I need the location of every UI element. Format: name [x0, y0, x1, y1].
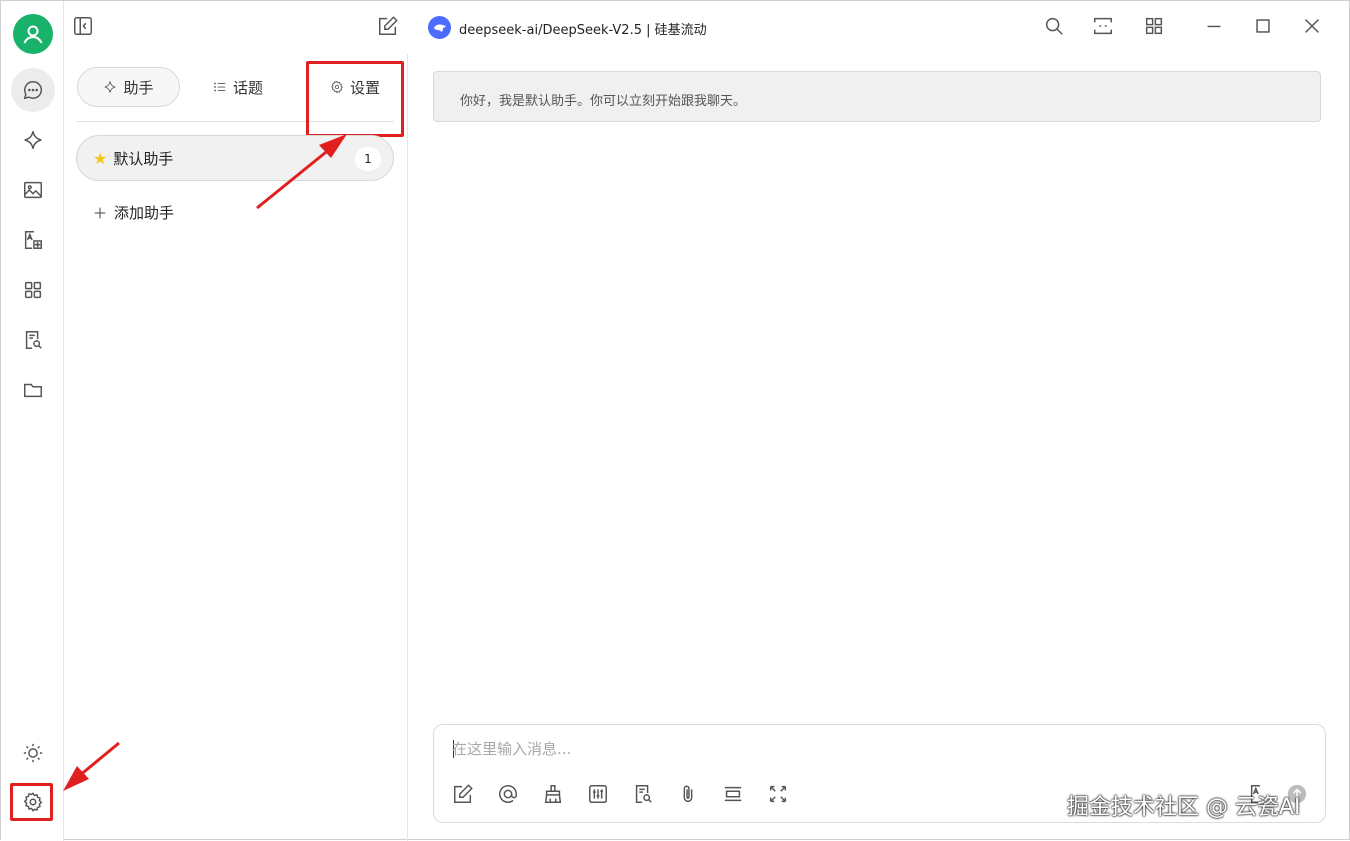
expand-input-button[interactable]: [767, 783, 791, 807]
tab-label: 助手: [123, 78, 154, 97]
maximize-button[interactable]: [1252, 15, 1276, 39]
message-input[interactable]: [452, 737, 1052, 761]
paperclip-icon: [683, 785, 693, 803]
insert-divider-button[interactable]: [722, 783, 746, 807]
sparkle-icon: [105, 81, 116, 93]
image-icon: [24, 181, 42, 199]
topic-count-badge: 1: [355, 147, 381, 171]
sparkle-icon: [24, 131, 42, 149]
new-topic-button[interactable]: [377, 15, 401, 39]
agents-nav-button[interactable]: [11, 118, 55, 162]
folder-icon: [24, 383, 42, 398]
search-button[interactable]: [1043, 15, 1067, 39]
tab-topics[interactable]: 话题: [188, 67, 288, 107]
left-rail: [1, 1, 64, 841]
at-icon: [499, 785, 517, 803]
settings-sliders-button[interactable]: [587, 783, 611, 807]
translate-icon: [24, 231, 42, 249]
document-search-icon: [25, 331, 42, 349]
minimize-icon: [1207, 25, 1221, 28]
assistant-label: 默认助手: [113, 149, 174, 168]
apps-grid-icon: [1145, 17, 1163, 35]
add-assistant-label: 添加助手: [114, 204, 175, 222]
doc-search-icon: [635, 785, 652, 803]
edit-icon: [454, 784, 473, 803]
paint-nav-button[interactable]: [11, 168, 55, 212]
tab-assistants[interactable]: 助手: [77, 67, 180, 107]
search-icon: [1045, 17, 1063, 35]
tab-label: 设置: [349, 78, 380, 97]
attach-file-button[interactable]: [677, 783, 701, 807]
watermark: 掘金技术社区 @ 云瓷AI: [1067, 795, 1301, 820]
chat-icon: [23, 81, 43, 100]
folder-nav-button[interactable]: [11, 368, 55, 412]
edit-icon: [379, 16, 398, 35]
close-icon: [1305, 19, 1319, 33]
deepseek-logo-icon: [428, 16, 451, 39]
files-search-nav-button[interactable]: [11, 318, 55, 362]
model-title[interactable]: deepseek-ai/DeepSeek-V2.5 | 硅基流动: [459, 19, 707, 38]
maximize-icon: [1256, 19, 1270, 33]
chat-nav-button[interactable]: [11, 68, 55, 112]
mention-model-button[interactable]: [497, 783, 521, 807]
minimize-button[interactable]: [1203, 15, 1227, 39]
settings-nav-button[interactable]: [11, 780, 55, 824]
close-button[interactable]: [1301, 15, 1325, 39]
star-icon: ★: [93, 148, 108, 168]
apps-nav-button[interactable]: [11, 268, 55, 312]
tab-settings[interactable]: 设置: [303, 67, 407, 107]
tab-label: 话题: [232, 78, 263, 97]
divider-icon: [724, 786, 742, 802]
top-bar: deepseek-ai/DeepSeek-V2.5 | 硅基流动: [64, 1, 1349, 54]
layout-toggle-button[interactable]: [1092, 15, 1116, 39]
new-topic-tool-button[interactable]: [452, 783, 476, 807]
gear-icon: [331, 80, 343, 94]
assistant-panel: 助手 话题 设置 ★ 默认助手 1 添加助手: [64, 54, 408, 841]
broom-icon: [544, 785, 562, 803]
plus-icon: [94, 207, 106, 218]
clear-context-button[interactable]: [542, 783, 566, 807]
translate-nav-button[interactable]: [11, 218, 55, 262]
knowledge-base-button[interactable]: [632, 783, 656, 807]
panel-tabs: 助手 话题 设置: [76, 61, 404, 137]
sliders-icon: [589, 785, 607, 803]
app-window: deepseek-ai/DeepSeek-V2.5 | 硅基流动 助手 话题 设…: [0, 0, 1350, 841]
sun-icon: [23, 743, 43, 763]
sidebar-toggle-button[interactable]: [72, 15, 96, 39]
assistant-item-default[interactable]: ★ 默认助手 1: [76, 135, 394, 181]
apps-button[interactable]: [1143, 15, 1167, 39]
sidebar-collapse-icon: [74, 17, 92, 35]
assistant-greeting-message: 你好，我是默认助手。你可以立刻开始跟我聊天。: [433, 71, 1321, 122]
apps-grid-icon: [24, 281, 42, 299]
theme-toggle-button[interactable]: [11, 731, 55, 775]
expand-icon: [769, 785, 787, 803]
avatar[interactable]: [13, 14, 53, 54]
layout-icon: [1094, 17, 1112, 35]
add-assistant-button[interactable]: 添加助手: [92, 202, 174, 223]
gear-icon: [23, 792, 43, 812]
list-icon: [214, 82, 226, 92]
